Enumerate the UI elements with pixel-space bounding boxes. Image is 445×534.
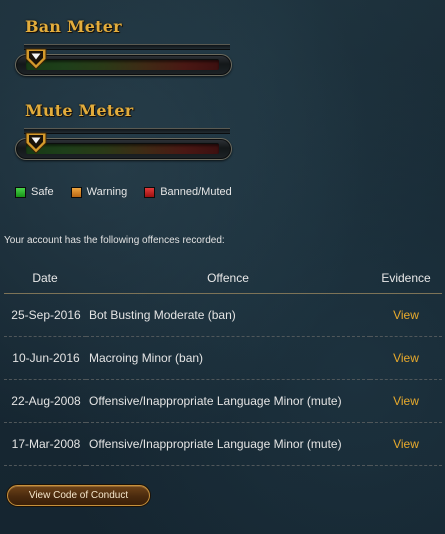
offence-date: 10-Jun-2016 — [4, 336, 86, 380]
offence-date: 17-Mar-2008 — [4, 422, 86, 466]
mute-meter-pointer-icon — [25, 132, 47, 154]
header-date: Date — [4, 263, 86, 294]
evidence-cell: View — [370, 336, 442, 380]
legend-label-safe: Safe — [31, 186, 54, 198]
offence-date: 25-Sep-2016 — [4, 293, 86, 337]
offences-table: Date Offence Evidence 25-Sep-2016 Bot Bu… — [4, 263, 442, 466]
offence-description: Offensive/Inappropriate Language Minor (… — [86, 422, 370, 466]
offence-description: Bot Busting Moderate (ban) — [86, 293, 370, 337]
table-row: 10-Jun-2016 Macroing Minor (ban) View — [4, 336, 442, 380]
view-evidence-link[interactable]: View — [393, 308, 419, 322]
legend-label-banned: Banned/Muted — [160, 186, 232, 198]
mute-meter — [15, 128, 232, 162]
offences-intro: Your account has the following offences … — [4, 235, 225, 246]
view-evidence-link[interactable]: View — [393, 351, 419, 365]
legend-item-safe: Safe — [15, 186, 54, 198]
meter-legend: Safe Warning Banned/Muted — [15, 186, 249, 198]
evidence-cell: View — [370, 379, 442, 423]
ban-meter-bar — [26, 59, 219, 70]
table-row: 17-Mar-2008 Offensive/Inappropriate Lang… — [4, 422, 442, 466]
header-evidence: Evidence — [370, 263, 442, 294]
legend-label-warning: Warning — [86, 186, 128, 198]
view-evidence-link[interactable]: View — [393, 437, 419, 451]
banned-swatch-icon — [144, 186, 156, 198]
ban-meter-title: Ban Meter — [25, 17, 122, 36]
table-row: 22-Aug-2008 Offensive/Inappropriate Lang… — [4, 379, 442, 423]
offence-description: Offensive/Inappropriate Language Minor (… — [86, 379, 370, 423]
ban-meter-pointer-icon — [25, 48, 47, 70]
offence-description: Macroing Minor (ban) — [86, 336, 370, 380]
legend-item-banned: Banned/Muted — [144, 186, 232, 198]
safe-swatch-icon — [15, 186, 26, 198]
mute-meter-bar — [26, 143, 219, 154]
mute-meter-rail — [24, 128, 230, 134]
warning-swatch-icon — [70, 186, 82, 198]
legend-item-warning: Warning — [70, 186, 128, 198]
view-evidence-link[interactable]: View — [393, 394, 419, 408]
header-offence: Offence — [86, 263, 370, 294]
view-code-of-conduct-button[interactable]: View Code of Conduct — [7, 485, 150, 506]
offence-date: 22-Aug-2008 — [4, 379, 86, 423]
ban-meter — [15, 44, 232, 78]
evidence-cell: View — [370, 293, 442, 337]
table-row: 25-Sep-2016 Bot Busting Moderate (ban) V… — [4, 293, 442, 337]
mute-meter-title: Mute Meter — [25, 101, 134, 120]
ban-meter-rail — [24, 44, 230, 50]
table-header-row: Date Offence Evidence — [4, 263, 442, 294]
evidence-cell: View — [370, 422, 442, 466]
